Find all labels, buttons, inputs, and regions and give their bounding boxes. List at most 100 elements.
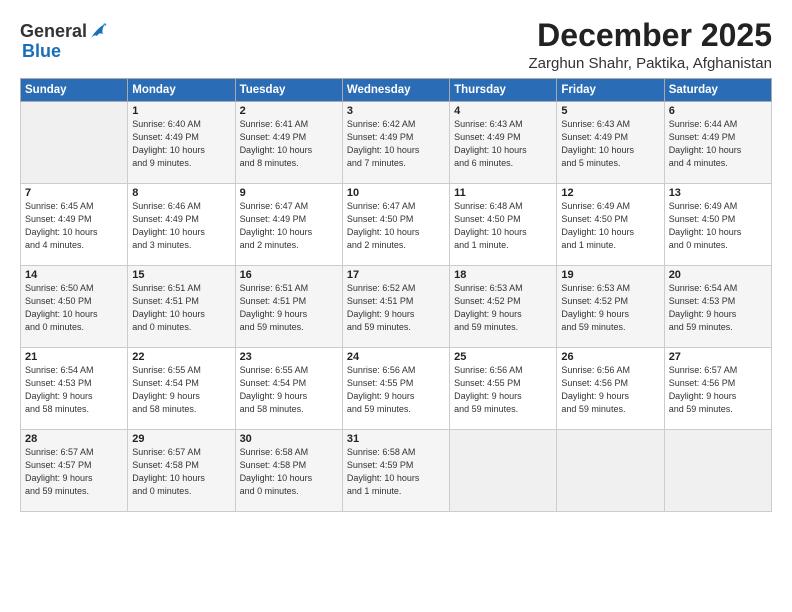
day-number: 1: [132, 105, 230, 117]
day-info: Sunrise: 6:45 AM Sunset: 4:49 PM Dayligh…: [25, 200, 123, 252]
day-info: Sunrise: 6:53 AM Sunset: 4:52 PM Dayligh…: [454, 282, 552, 334]
calendar-table: Sunday Monday Tuesday Wednesday Thursday…: [20, 78, 772, 512]
day-number: 2: [240, 105, 338, 117]
calendar-cell: 5Sunrise: 6:43 AM Sunset: 4:49 PM Daylig…: [557, 102, 664, 184]
day-number: 12: [561, 187, 659, 199]
day-info: Sunrise: 6:52 AM Sunset: 4:51 PM Dayligh…: [347, 282, 445, 334]
col-saturday: Saturday: [664, 79, 771, 102]
calendar-cell: [21, 102, 128, 184]
calendar-cell: 10Sunrise: 6:47 AM Sunset: 4:50 PM Dayli…: [342, 184, 449, 266]
calendar-cell: [450, 430, 557, 512]
calendar-cell: 1Sunrise: 6:40 AM Sunset: 4:49 PM Daylig…: [128, 102, 235, 184]
calendar-cell: 11Sunrise: 6:48 AM Sunset: 4:50 PM Dayli…: [450, 184, 557, 266]
day-info: Sunrise: 6:43 AM Sunset: 4:49 PM Dayligh…: [454, 118, 552, 170]
day-number: 30: [240, 433, 338, 445]
day-number: 13: [669, 187, 767, 199]
calendar-cell: 8Sunrise: 6:46 AM Sunset: 4:49 PM Daylig…: [128, 184, 235, 266]
day-info: Sunrise: 6:43 AM Sunset: 4:49 PM Dayligh…: [561, 118, 659, 170]
calendar-cell: 16Sunrise: 6:51 AM Sunset: 4:51 PM Dayli…: [235, 266, 342, 348]
logo-blue-text: Blue: [22, 41, 61, 61]
day-number: 26: [561, 351, 659, 363]
day-info: Sunrise: 6:49 AM Sunset: 4:50 PM Dayligh…: [561, 200, 659, 252]
day-number: 21: [25, 351, 123, 363]
day-info: Sunrise: 6:49 AM Sunset: 4:50 PM Dayligh…: [669, 200, 767, 252]
day-info: Sunrise: 6:51 AM Sunset: 4:51 PM Dayligh…: [240, 282, 338, 334]
calendar-cell: 30Sunrise: 6:58 AM Sunset: 4:58 PM Dayli…: [235, 430, 342, 512]
day-info: Sunrise: 6:51 AM Sunset: 4:51 PM Dayligh…: [132, 282, 230, 334]
day-number: 17: [347, 269, 445, 281]
calendar-cell: 22Sunrise: 6:55 AM Sunset: 4:54 PM Dayli…: [128, 348, 235, 430]
day-number: 7: [25, 187, 123, 199]
day-info: Sunrise: 6:54 AM Sunset: 4:53 PM Dayligh…: [669, 282, 767, 334]
calendar-cell: 2Sunrise: 6:41 AM Sunset: 4:49 PM Daylig…: [235, 102, 342, 184]
calendar-cell: 12Sunrise: 6:49 AM Sunset: 4:50 PM Dayli…: [557, 184, 664, 266]
day-number: 4: [454, 105, 552, 117]
day-info: Sunrise: 6:41 AM Sunset: 4:49 PM Dayligh…: [240, 118, 338, 170]
calendar-cell: [557, 430, 664, 512]
calendar-cell: 26Sunrise: 6:56 AM Sunset: 4:56 PM Dayli…: [557, 348, 664, 430]
day-number: 20: [669, 269, 767, 281]
calendar-row-5: 28Sunrise: 6:57 AM Sunset: 4:57 PM Dayli…: [21, 430, 772, 512]
calendar-cell: 17Sunrise: 6:52 AM Sunset: 4:51 PM Dayli…: [342, 266, 449, 348]
subtitle: Zarghun Shahr, Paktika, Afghanistan: [529, 55, 773, 72]
calendar-cell: [664, 430, 771, 512]
day-info: Sunrise: 6:40 AM Sunset: 4:49 PM Dayligh…: [132, 118, 230, 170]
day-info: Sunrise: 6:50 AM Sunset: 4:50 PM Dayligh…: [25, 282, 123, 334]
calendar-cell: 7Sunrise: 6:45 AM Sunset: 4:49 PM Daylig…: [21, 184, 128, 266]
day-number: 10: [347, 187, 445, 199]
calendar-row-1: 1Sunrise: 6:40 AM Sunset: 4:49 PM Daylig…: [21, 102, 772, 184]
calendar-cell: 15Sunrise: 6:51 AM Sunset: 4:51 PM Dayli…: [128, 266, 235, 348]
col-monday: Monday: [128, 79, 235, 102]
calendar-cell: 23Sunrise: 6:55 AM Sunset: 4:54 PM Dayli…: [235, 348, 342, 430]
calendar-body: 1Sunrise: 6:40 AM Sunset: 4:49 PM Daylig…: [21, 102, 772, 512]
day-number: 5: [561, 105, 659, 117]
day-info: Sunrise: 6:55 AM Sunset: 4:54 PM Dayligh…: [240, 364, 338, 416]
day-number: 6: [669, 105, 767, 117]
day-info: Sunrise: 6:58 AM Sunset: 4:58 PM Dayligh…: [240, 446, 338, 498]
calendar-cell: 25Sunrise: 6:56 AM Sunset: 4:55 PM Dayli…: [450, 348, 557, 430]
day-number: 3: [347, 105, 445, 117]
col-thursday: Thursday: [450, 79, 557, 102]
calendar-cell: 24Sunrise: 6:56 AM Sunset: 4:55 PM Dayli…: [342, 348, 449, 430]
day-info: Sunrise: 6:56 AM Sunset: 4:56 PM Dayligh…: [561, 364, 659, 416]
day-number: 24: [347, 351, 445, 363]
day-info: Sunrise: 6:57 AM Sunset: 4:56 PM Dayligh…: [669, 364, 767, 416]
calendar-header: Sunday Monday Tuesday Wednesday Thursday…: [21, 79, 772, 102]
day-number: 31: [347, 433, 445, 445]
calendar-row-2: 7Sunrise: 6:45 AM Sunset: 4:49 PM Daylig…: [21, 184, 772, 266]
day-number: 11: [454, 187, 552, 199]
col-tuesday: Tuesday: [235, 79, 342, 102]
day-number: 16: [240, 269, 338, 281]
logo-general-text: General: [20, 22, 87, 42]
logo-bird-icon: [89, 20, 107, 42]
calendar-cell: 3Sunrise: 6:42 AM Sunset: 4:49 PM Daylig…: [342, 102, 449, 184]
calendar-cell: 14Sunrise: 6:50 AM Sunset: 4:50 PM Dayli…: [21, 266, 128, 348]
day-info: Sunrise: 6:53 AM Sunset: 4:52 PM Dayligh…: [561, 282, 659, 334]
day-number: 25: [454, 351, 552, 363]
calendar-cell: 18Sunrise: 6:53 AM Sunset: 4:52 PM Dayli…: [450, 266, 557, 348]
day-number: 9: [240, 187, 338, 199]
day-info: Sunrise: 6:44 AM Sunset: 4:49 PM Dayligh…: [669, 118, 767, 170]
calendar-cell: 4Sunrise: 6:43 AM Sunset: 4:49 PM Daylig…: [450, 102, 557, 184]
calendar-cell: 9Sunrise: 6:47 AM Sunset: 4:49 PM Daylig…: [235, 184, 342, 266]
calendar-cell: 19Sunrise: 6:53 AM Sunset: 4:52 PM Dayli…: [557, 266, 664, 348]
calendar-cell: 6Sunrise: 6:44 AM Sunset: 4:49 PM Daylig…: [664, 102, 771, 184]
day-info: Sunrise: 6:54 AM Sunset: 4:53 PM Dayligh…: [25, 364, 123, 416]
logo: General Blue: [20, 22, 107, 62]
day-info: Sunrise: 6:58 AM Sunset: 4:59 PM Dayligh…: [347, 446, 445, 498]
day-info: Sunrise: 6:55 AM Sunset: 4:54 PM Dayligh…: [132, 364, 230, 416]
day-info: Sunrise: 6:42 AM Sunset: 4:49 PM Dayligh…: [347, 118, 445, 170]
page: General Blue December 2025 Zarghun Shahr…: [0, 0, 792, 612]
day-number: 23: [240, 351, 338, 363]
day-info: Sunrise: 6:48 AM Sunset: 4:50 PM Dayligh…: [454, 200, 552, 252]
col-wednesday: Wednesday: [342, 79, 449, 102]
calendar-row-3: 14Sunrise: 6:50 AM Sunset: 4:50 PM Dayli…: [21, 266, 772, 348]
calendar-cell: 21Sunrise: 6:54 AM Sunset: 4:53 PM Dayli…: [21, 348, 128, 430]
day-number: 28: [25, 433, 123, 445]
main-title: December 2025: [529, 18, 773, 53]
calendar-cell: 20Sunrise: 6:54 AM Sunset: 4:53 PM Dayli…: [664, 266, 771, 348]
day-info: Sunrise: 6:57 AM Sunset: 4:58 PM Dayligh…: [132, 446, 230, 498]
day-info: Sunrise: 6:47 AM Sunset: 4:50 PM Dayligh…: [347, 200, 445, 252]
day-number: 22: [132, 351, 230, 363]
day-number: 15: [132, 269, 230, 281]
